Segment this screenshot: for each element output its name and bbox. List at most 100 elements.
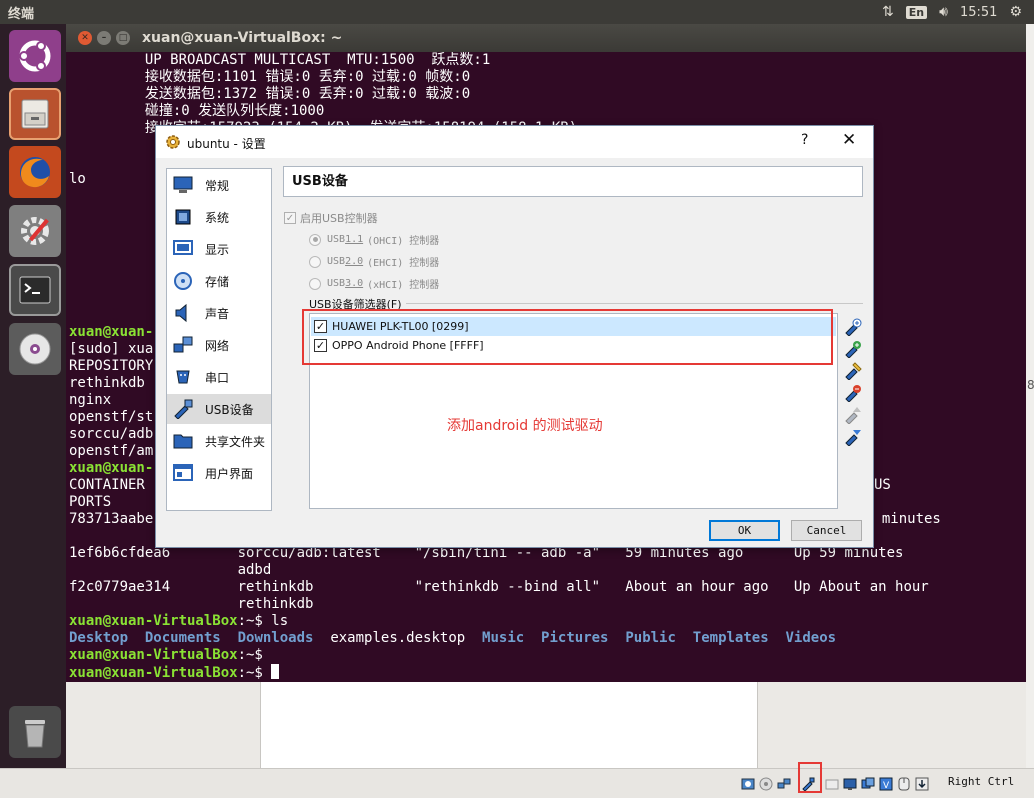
terminal-icon — [19, 276, 51, 304]
dialog-titlebar[interactable]: ubuntu - 设置 ? ✕ — [156, 126, 873, 158]
terminal-line: UP BROADCAST MULTICAST MTU:1500 跃点数:1 — [69, 52, 491, 68]
filter-group-divider — [386, 303, 863, 304]
radio-unselected-icon — [309, 277, 321, 290]
radio-unselected-icon — [309, 255, 321, 268]
display-status-icon[interactable] — [842, 777, 857, 792]
terminal-line: CONTAINER — [69, 477, 145, 493]
terminal-line: REPOSITORY — [69, 358, 154, 374]
system-settings-launcher[interactable] — [9, 205, 61, 257]
cpu-status-icon[interactable]: V — [878, 777, 893, 792]
disc-icon — [19, 333, 51, 365]
category-system[interactable]: 系统 — [167, 202, 271, 232]
usb-1-1-radio[interactable]: USB 1.1 (OHCI) 控制器 — [309, 232, 439, 247]
network-status-icon[interactable] — [776, 777, 791, 792]
terminal-line: lo — [69, 171, 86, 187]
shell-command: ls — [271, 613, 289, 629]
clock[interactable]: 15:51 — [960, 5, 997, 20]
firefox-launcher[interactable] — [9, 146, 61, 198]
usb-3-0-radio[interactable]: USB 3.0 (xHCI) 控制器 — [309, 276, 439, 291]
add-device-filter-icon[interactable] — [844, 340, 862, 358]
usb-2-0-radio[interactable]: USB 2.0 (EHCI) 控制器 — [309, 254, 439, 269]
terminal-line: xuan@xuan-VirtualBox:~$ — [69, 664, 280, 681]
category-user-interface[interactable]: 用户界面 — [167, 458, 271, 488]
filter-highlight-box — [302, 309, 833, 365]
move-filter-down-icon[interactable] — [844, 428, 862, 446]
move-filter-up-icon[interactable] — [844, 406, 862, 424]
keyboard-layout-indicator[interactable]: En — [905, 5, 928, 19]
help-button[interactable]: ? — [801, 132, 808, 148]
ls-entry: Downloads — [237, 630, 314, 646]
host-key-indicator[interactable]: Right Ctrl — [948, 775, 1014, 788]
category-shared-folders[interactable]: 共享文件夹 — [167, 426, 271, 456]
trash-icon — [25, 720, 45, 748]
files-launcher[interactable] — [9, 88, 61, 140]
category-audio[interactable]: 声音 — [167, 298, 271, 328]
monitor-general-icon — [172, 174, 194, 196]
edit-filter-icon[interactable] — [844, 362, 862, 380]
remove-filter-icon[interactable] — [844, 384, 862, 402]
settings-dialog[interactable]: ubuntu - 设置 ? ✕ 常规 系统 显示 存储 声音 网络 串口 USB… — [155, 125, 874, 548]
category-usb[interactable]: USB设备 — [167, 394, 271, 424]
network-icon — [172, 334, 194, 356]
dialog-title: ubuntu - 设置 — [187, 137, 266, 151]
category-serial-ports[interactable]: 串口 — [167, 362, 271, 392]
terminal-line: 碰撞:0 发送队列长度:1000 — [69, 103, 325, 119]
top-panel: 终端 ⇅ En 🔊︎ 15:51 ⚙ — [0, 0, 1034, 24]
usb-status-highlight-box — [798, 762, 822, 793]
terminal-line: sorccu/adb — [69, 426, 154, 442]
shared-folder-status-icon[interactable] — [824, 777, 839, 792]
ls-output-line: Desktop Documents Downloads examples.des… — [69, 630, 836, 647]
enable-usb-checkbox[interactable]: ✓ 启用USB控制器 — [284, 210, 378, 226]
cancel-button[interactable]: Cancel — [791, 520, 862, 541]
trash-launcher[interactable] — [9, 706, 61, 758]
firefox-icon — [20, 157, 50, 188]
dash-home-button[interactable] — [9, 30, 61, 82]
enable-usb-label: 启用USB控制器 — [300, 212, 378, 225]
vm-background-panel — [260, 682, 758, 768]
terminal-launcher[interactable] — [9, 264, 61, 316]
category-label: 系统 — [205, 210, 230, 225]
mouse-integration-status-icon[interactable] — [896, 777, 911, 792]
category-display[interactable]: 显示 — [167, 234, 271, 264]
close-window-button[interactable]: ✕ — [78, 31, 92, 45]
optical-drive-status-icon[interactable] — [758, 777, 773, 792]
network-arrows-icon[interactable]: ⇅ — [882, 4, 894, 20]
section-title: USB设备 — [283, 166, 863, 197]
shell-prompt: xuan@xuan-VirtualBox — [69, 613, 238, 629]
dialog-close-button[interactable]: ✕ — [842, 130, 856, 150]
terminal-window-title: xuan@xuan-VirtualBox: ~ — [142, 30, 343, 46]
terminal-line: xuan@xuan- — [69, 460, 154, 476]
add-empty-filter-icon[interactable] — [844, 318, 862, 336]
category-label: 共享文件夹 — [205, 434, 266, 449]
speaker-icon — [172, 302, 194, 324]
terminal-line: [sudo] xua — [69, 341, 154, 357]
video-capture-status-icon[interactable] — [860, 777, 875, 792]
background-window-edge: 8 — [1026, 24, 1034, 798]
keyboard-capture-status-icon[interactable] — [914, 777, 929, 792]
maximize-window-button[interactable]: □ — [116, 31, 130, 45]
category-general[interactable]: 常规 — [167, 170, 271, 200]
ubuntu-logo-icon — [19, 40, 51, 72]
power-gear-icon[interactable]: ⚙ — [1009, 4, 1022, 20]
category-network[interactable]: 网络 — [167, 330, 271, 360]
settings-gear-icon — [21, 217, 49, 245]
terminal-line: 接收数据包:1101 错误:0 丢弃:0 过载:0 帧数:0 — [69, 69, 471, 85]
hard-disk-status-icon[interactable] — [740, 777, 755, 792]
radio-version: 3.0 — [345, 278, 364, 289]
terminal-line: 发送数据包:1372 错误:0 丢弃:0 过载:0 载波:0 — [69, 86, 471, 102]
ls-entry: Templates — [692, 630, 769, 646]
display-icon — [172, 238, 194, 260]
terminal-titlebar[interactable]: ✕ – □ xuan@xuan-VirtualBox: ~ — [66, 24, 1026, 52]
ok-button[interactable]: OK — [709, 520, 780, 541]
ls-entry: Music — [482, 630, 525, 646]
launcher — [0, 24, 66, 798]
category-storage[interactable]: 存储 — [167, 266, 271, 296]
dvd-launcher[interactable] — [9, 323, 61, 375]
volume-icon[interactable]: 🔊︎ — [939, 4, 948, 20]
file-cabinet-icon — [21, 99, 49, 129]
shell-prompt: xuan@xuan-VirtualBox — [69, 665, 238, 681]
minimize-window-button[interactable]: – — [97, 31, 111, 45]
radio-label: (xHCI) 控制器 — [367, 280, 440, 291]
radio-label: (OHCI) 控制器 — [367, 236, 440, 247]
terminal-line: PORTS — [69, 494, 112, 510]
